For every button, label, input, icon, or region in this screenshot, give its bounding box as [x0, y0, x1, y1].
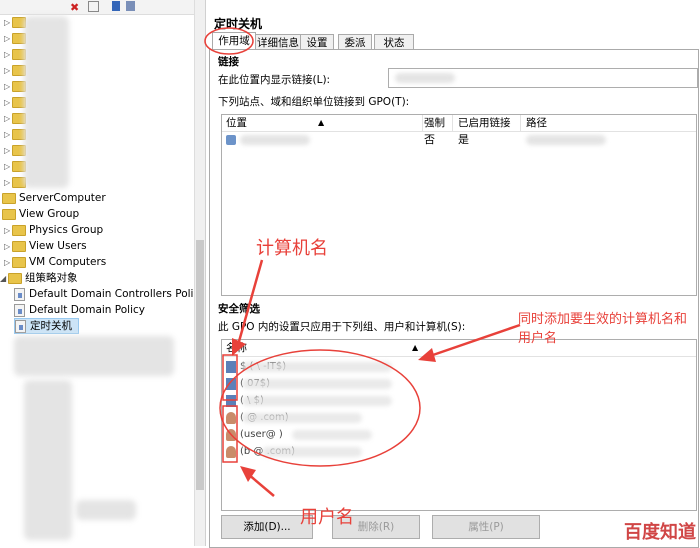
user-arrow [247, 473, 275, 497]
computer-arrow [236, 259, 264, 346]
annotation-computer-name: 计算机名 [256, 238, 328, 259]
watermark: 百度知道 [624, 522, 696, 543]
note-arrowhead [418, 348, 436, 362]
annotation-overlay [204, 27, 521, 497]
tab-highlight-circle [204, 27, 254, 55]
annotation-user-name: 用户名 [300, 507, 354, 528]
annotation-note: 同时添加要生效的计算机名和用户名 [518, 312, 688, 346]
rows-highlight-ellipse [219, 349, 421, 467]
note-arrow [429, 323, 521, 358]
